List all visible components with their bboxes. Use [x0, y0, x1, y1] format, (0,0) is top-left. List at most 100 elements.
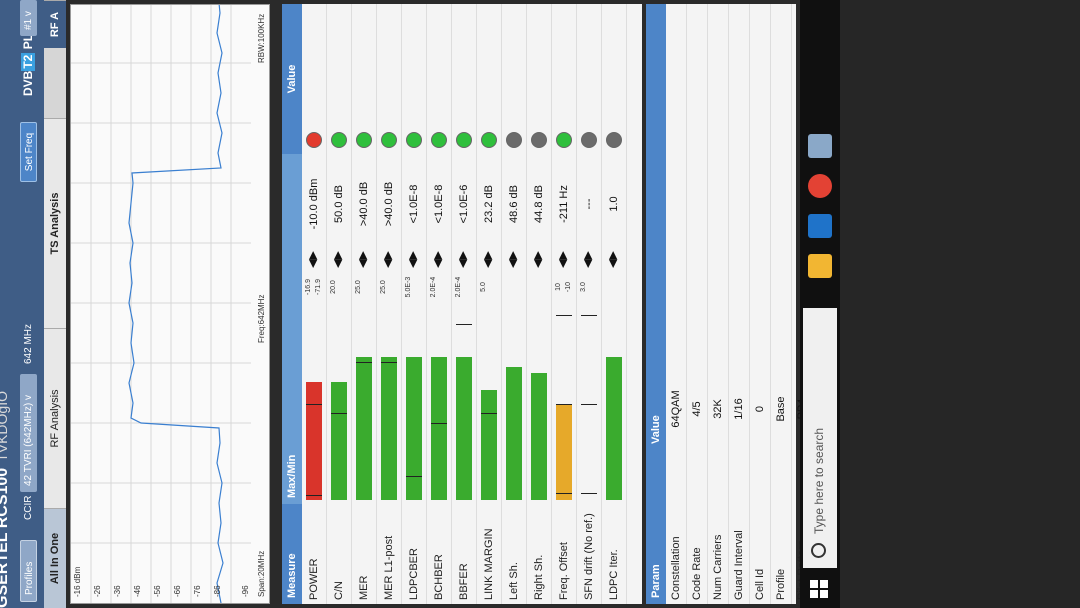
range-arrows-icon: ◀▶: [482, 251, 494, 268]
windows-start-icon[interactable]: [810, 578, 830, 598]
param-name: Profile: [775, 568, 787, 600]
plp-select[interactable]: #1 v: [20, 0, 37, 36]
tab-all-in-one[interactable]: All In One: [44, 508, 66, 608]
range-arrows-icon: ◀▶: [382, 251, 394, 268]
level-marker: [456, 324, 472, 326]
min-value: 2.0E-4: [455, 276, 462, 298]
measure-value: <1.0E-8: [408, 184, 420, 224]
desk-background: [840, 0, 1080, 608]
measure-value: 23.2 dB: [483, 185, 495, 223]
tab-rf-analysis-2[interactable]: RF A: [44, 0, 66, 48]
level-marker: [481, 413, 497, 415]
level-bar-track: [306, 310, 322, 500]
range-arrows-icon: ◀▶: [582, 251, 594, 268]
range-arrows-icon: ◀▶: [357, 251, 369, 268]
y-label-2: -36: [113, 585, 122, 597]
measure-row: BCHBER 2.0E-4 ◀▶ <1.0E-8: [427, 4, 452, 604]
param-row: Cell Id 0: [750, 4, 771, 604]
app-window: GSERTEL RCS100TVKDOgIO Profiles CCIR 42 …: [0, 0, 1080, 608]
level-marker: [356, 362, 372, 364]
status-led-icon: [506, 132, 522, 148]
measure-row: LDPCBER 5.0E-3 ◀▶ <1.0E-8: [402, 4, 427, 604]
range-arrows-icon: ◀▶: [432, 251, 444, 268]
param-row: Guard Interval 1/16: [729, 4, 750, 604]
level-marker: [581, 404, 597, 405]
channel-select[interactable]: 42 TVRI (642MHz) v: [20, 374, 37, 492]
maxmin-limits: 10 -10: [554, 270, 574, 304]
max-value: 10: [555, 283, 562, 291]
status-led-icon: [306, 132, 322, 148]
measure-row: MER 25.0 ◀▶ >40.0 dB: [352, 4, 377, 604]
maxmin-limits: -16.9 -71.9: [304, 270, 324, 304]
level-bar-track: [606, 310, 622, 500]
level-bar-track: [456, 310, 472, 500]
measure-row: C/N 20.0 ◀▶ 50.0 dB: [327, 4, 352, 604]
status-led-icon: [481, 132, 497, 148]
measure-value: <1.0E-6: [458, 184, 470, 224]
level-bar-track: [356, 310, 372, 500]
param-name: Cell Id: [754, 568, 766, 600]
param-row: Num Carriers 32K: [708, 4, 729, 604]
level-bar: [556, 405, 572, 500]
app-header: GSERTEL RCS100TVKDOgIO Profiles CCIR 42 …: [0, 0, 44, 608]
param-row: Constellation 64QAM: [666, 4, 687, 604]
photo-frame: GSERTEL RCS100TVKDOgIO Profiles CCIR 42 …: [0, 0, 1080, 608]
maxmin-limits: 5.0E-3: [404, 270, 414, 304]
tab-ts-analysis[interactable]: TS Analysis: [44, 118, 66, 328]
level-marker: [306, 495, 322, 497]
range-arrows-icon: ◀▶: [332, 251, 344, 268]
measure-value: >40.0 dB: [358, 181, 370, 227]
set-freq-button[interactable]: Set Freq: [20, 122, 37, 182]
level-marker: [381, 362, 397, 364]
status-led-icon: [331, 132, 347, 148]
min-value: 20.0: [330, 280, 337, 294]
min-value: 2.0E-4: [430, 276, 437, 298]
y-label-4: -56: [153, 585, 162, 597]
tab-rf-analysis[interactable]: RF Analysis: [44, 328, 66, 508]
level-bar: [531, 372, 547, 500]
edge-icon[interactable]: [808, 214, 832, 238]
measure-table: Measure Max/Min Value POWER -16.9 -71.9 ◀▶ -…: [282, 4, 642, 604]
measure-row: SFN drift (No ref.) 3.0 ◀▶ ---: [577, 4, 602, 604]
level-bar-track: [556, 310, 572, 500]
y-label-5: -66: [173, 585, 182, 597]
windows-taskbar: Type here to search: [800, 0, 840, 608]
level-bar: [506, 367, 522, 500]
measure-row: MER L1-post 25.0 ◀▶ >40.0 dB: [377, 4, 402, 604]
measure-name: BCHBER: [433, 554, 445, 600]
level-bar: [406, 357, 422, 500]
profiles-button[interactable]: Profiles: [20, 540, 37, 602]
min-value: 25.0: [380, 280, 387, 294]
param-value-header: Value: [646, 4, 666, 454]
param-row: Profile Base: [771, 4, 792, 604]
maxmin-limits: 25.0: [354, 270, 364, 304]
standard-label: CCIR: [23, 495, 34, 520]
maxmin-limits: 2.0E-4: [429, 270, 439, 304]
status-led-icon: [531, 132, 547, 148]
range-arrows-icon: ◀▶: [557, 251, 569, 268]
measure-value: <1.0E-8: [433, 184, 445, 224]
measure-row: POWER -16.9 -71.9 ◀▶ -10.0 dBm: [302, 4, 327, 604]
param-value: 4/5: [691, 401, 703, 417]
range-arrows-icon: ◀▶: [307, 251, 319, 268]
status-led-icon: [581, 132, 597, 148]
min-value: 5.0E-3: [405, 276, 412, 298]
level-bar: [481, 389, 497, 500]
spectrum-plot: [71, 4, 251, 603]
level-bar-track: [531, 310, 547, 500]
y-label-8: -96: [241, 585, 250, 597]
level-bar-track: [506, 310, 522, 500]
measure-header: Measure: [282, 504, 302, 604]
chrome-icon[interactable]: [808, 174, 832, 198]
y-label-3: -46: [133, 585, 142, 597]
file-explorer-icon[interactable]: [808, 254, 832, 278]
level-marker: [306, 404, 322, 405]
measure-name: LDPC Iter.: [608, 549, 620, 600]
tab-bar: All In One RF Analysis TS Analysis RF A: [44, 0, 66, 608]
taskbar-search[interactable]: Type here to search: [803, 308, 837, 568]
app-icon[interactable]: [808, 134, 832, 158]
y-label-7: -86: [213, 585, 222, 597]
measure-name: Freq. Offset: [558, 542, 570, 600]
min-value: -10: [565, 281, 572, 293]
level-bar-track: [481, 310, 497, 500]
